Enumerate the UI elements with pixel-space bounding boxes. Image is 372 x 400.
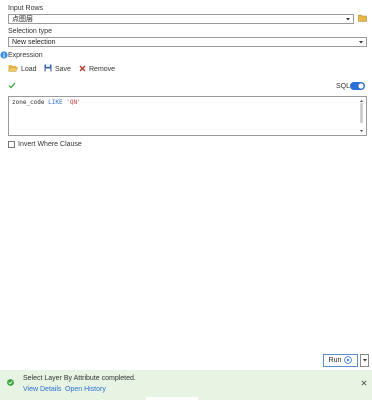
remove-label: Remove [89,65,116,73]
sql-label: SQL [336,83,351,90]
remove-x-icon [79,65,86,74]
sql-expression-editor[interactable]: zone_code LIKE 'QN' [8,96,367,136]
status-message: Select Layer By Attribute completed. [23,375,136,382]
load-label: Load [21,65,37,73]
chevron-down-icon [345,16,351,22]
selection-type-label: Selection type [8,28,52,35]
selection-type-dropdown[interactable]: New selection [8,37,367,47]
input-rows-dropdown[interactable]: 点图层 [8,14,354,24]
sql-toggle[interactable] [350,82,365,92]
validate-check-icon[interactable] [8,82,16,91]
open-folder-icon [8,64,18,74]
save-icon [44,64,52,74]
invert-where-label: Invert Where Clause [18,141,82,148]
remove-button[interactable]: Remove [79,64,115,74]
selection-type-value: New selection [12,38,56,46]
expression-label: Expression [8,52,43,59]
play-icon [344,355,353,366]
sql-operator: LIKE [48,99,63,106]
status-bar: Select Layer By Attribute completed. Vie… [0,370,372,400]
sql-field: zone_code [12,99,45,106]
load-button[interactable]: Load [8,64,37,74]
input-rows-value: 点图层 [12,16,33,23]
run-label: Run [328,357,342,364]
editor-scrollbar[interactable] [359,99,364,133]
browse-folder-button[interactable] [357,14,367,24]
input-rows-label: Input Rows [8,5,44,12]
invert-where-checkbox[interactable] [8,141,15,148]
save-button[interactable]: Save [44,64,71,74]
sql-value: 'QN' [66,99,81,106]
view-details-link[interactable]: View Details [23,386,61,393]
run-options-dropdown[interactable] [360,354,369,367]
info-icon[interactable] [0,51,8,61]
chevron-down-icon [362,357,368,365]
success-check-icon [7,379,14,388]
folder-icon [357,14,367,24]
chevron-down-icon [358,39,364,45]
save-label: Save [55,65,71,73]
run-button[interactable]: Run [323,354,358,367]
close-icon[interactable] [361,380,367,388]
open-history-link[interactable]: Open History [65,386,106,393]
